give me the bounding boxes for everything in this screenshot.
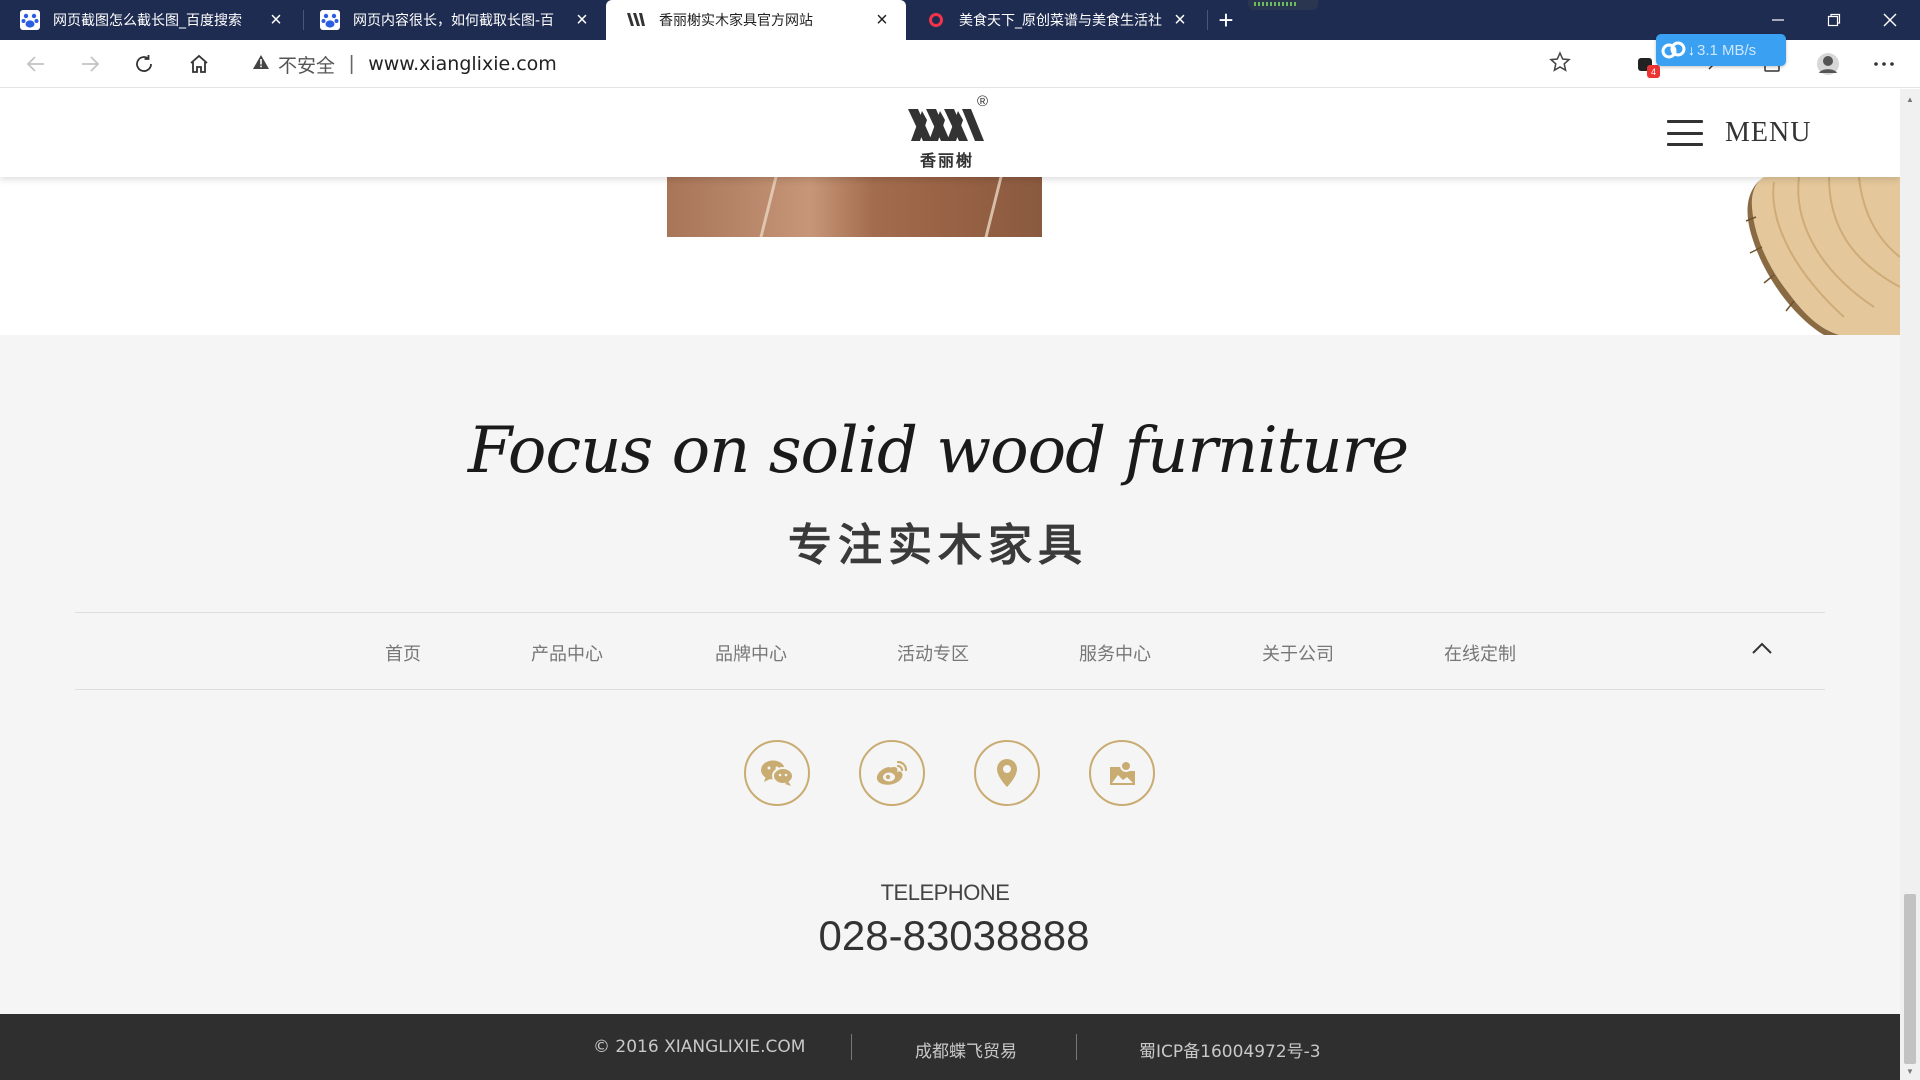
telephone-number[interactable]: 028-83038888 [4, 912, 1900, 960]
copyright-divider [851, 1034, 852, 1060]
scroll-down-arrow-icon[interactable]: ▼ [1906, 1067, 1914, 1076]
address-bar[interactable]: 不安全 | www.xianglixie.com [236, 45, 1591, 83]
slogan-chinese: 专注实木家具 [788, 520, 1088, 571]
chevron-up-icon[interactable] [1751, 641, 1773, 655]
site-header: 香丽榭 ® MENU [0, 89, 1900, 177]
wood-log-image [1744, 177, 1900, 335]
browser-tab-active[interactable]: 香丽榭实木家具官方网站 × [606, 0, 906, 40]
download-speed-text: 3.1 MB/s [1697, 41, 1757, 59]
address-divider: | [349, 52, 355, 75]
close-tab-icon[interactable]: × [1170, 9, 1190, 31]
tab-separator [1207, 10, 1208, 30]
close-window-icon[interactable] [1862, 0, 1918, 40]
footer-nav-products[interactable]: 产品中心 [531, 640, 603, 666]
xianglixie-logo[interactable]: 香丽榭 ® [906, 93, 998, 177]
copyright-divider [1076, 1034, 1077, 1060]
profile-avatar-icon[interactable] [1812, 48, 1844, 80]
logo-text: 香丽榭 [920, 151, 975, 170]
forward-arrow-icon[interactable] [74, 48, 106, 80]
refresh-icon[interactable] [128, 48, 160, 80]
wood-furniture-photo [667, 177, 1042, 237]
slogan-english: Focus on solid wood furniture [467, 414, 1409, 488]
footer-navigation: 首页 产品中心 品牌中心 活动专区 服务中心 关于公司 在线定制 [75, 612, 1825, 690]
home-icon[interactable] [183, 48, 215, 80]
browser-toolbar: 不安全 | www.xianglixie.com 4 [0, 40, 1920, 88]
performance-meter-icon [1248, 0, 1318, 10]
cloud-download-icon [1660, 38, 1688, 62]
meishi-ring-icon [926, 10, 946, 30]
restore-window-icon[interactable] [1806, 0, 1862, 40]
footer-nav-service[interactable]: 服务中心 [1079, 640, 1151, 666]
telephone-label: TELEPHONE [880, 880, 1010, 905]
security-status-label[interactable]: 不安全 [278, 51, 335, 78]
download-arrow-icon: ↓ [1688, 42, 1695, 58]
copyright-notice: © 2016 XIANGLIXIE.COM [593, 1037, 806, 1057]
warning-triangle-icon [252, 54, 270, 75]
browser-tabstrip: 网页截图怎么截长图_百度搜索 × 网页内容很长，如何截取长图-百 × 香丽榭实木… [0, 0, 1920, 40]
tab-title: 网页截图怎么截长图_百度搜索 [53, 13, 242, 29]
icp-license-link[interactable]: 蜀ICP备16004972号-3 [1139, 1037, 1321, 1062]
browser-tab[interactable]: 网页截图怎么截长图_百度搜索 × [0, 0, 300, 40]
more-options-icon[interactable] [1868, 48, 1900, 80]
back-arrow-icon[interactable] [20, 48, 52, 80]
gallery-icon[interactable] [1089, 740, 1155, 806]
url-text[interactable]: www.xianglixie.com [368, 53, 557, 75]
page-scrollbar[interactable]: ▲ ▼ [1900, 89, 1920, 1080]
company-name: 成都蝶飞贸易 [915, 1042, 1017, 1062]
footer-nav-about[interactable]: 关于公司 [1262, 640, 1334, 666]
footer-nav-custom[interactable]: 在线定制 [1444, 640, 1516, 666]
download-speed-widget[interactable]: ↓ 3.1 MB/s [1656, 34, 1786, 66]
xianglixie-logo-icon [626, 10, 646, 30]
footer-nav-events[interactable]: 活动专区 [897, 640, 969, 666]
tab-title: 香丽榭实木家具官方网站 [659, 13, 813, 29]
menu-toggle[interactable]: MENU [1667, 117, 1811, 149]
tab-title: 网页内容很长，如何截取长图-百 [353, 13, 555, 29]
copyright-bar: © 2016 XIANGLIXIE.COM 成都蝶飞贸易 蜀ICP备160049… [0, 1014, 1900, 1080]
new-tab-button[interactable]: + [1210, 4, 1242, 36]
menu-label: MENU [1725, 117, 1812, 148]
tab-title: 美食天下_原创菜谱与美食生活社 [959, 13, 1162, 29]
browser-tab[interactable]: 网页内容很长，如何截取长图-百 × [300, 0, 606, 40]
close-tab-icon[interactable]: × [872, 9, 892, 31]
location-pin-icon[interactable] [974, 740, 1040, 806]
close-tab-icon[interactable]: × [266, 9, 286, 31]
hamburger-icon [1667, 120, 1703, 146]
scroll-up-arrow-icon[interactable]: ▲ [1906, 95, 1914, 104]
registered-mark: ® [977, 93, 989, 110]
footer-nav-brand[interactable]: 品牌中心 [715, 640, 787, 666]
baidu-paw-icon [20, 10, 40, 30]
scrollbar-thumb[interactable] [1904, 894, 1916, 1064]
footer-nav-home[interactable]: 首页 [385, 640, 421, 666]
wechat-icon[interactable] [744, 740, 810, 806]
weibo-icon[interactable] [859, 740, 925, 806]
close-tab-icon[interactable]: × [572, 9, 592, 31]
favorite-star-icon[interactable] [1549, 51, 1571, 79]
baidu-paw-icon [320, 10, 340, 30]
browser-tab[interactable]: 美食天下_原创菜谱与美食生活社 × [906, 0, 1204, 40]
website-viewport: 香丽榭 ® MENU Focus on solid wood furniture… [0, 89, 1900, 1080]
extension-badge: 4 [1647, 65, 1660, 78]
